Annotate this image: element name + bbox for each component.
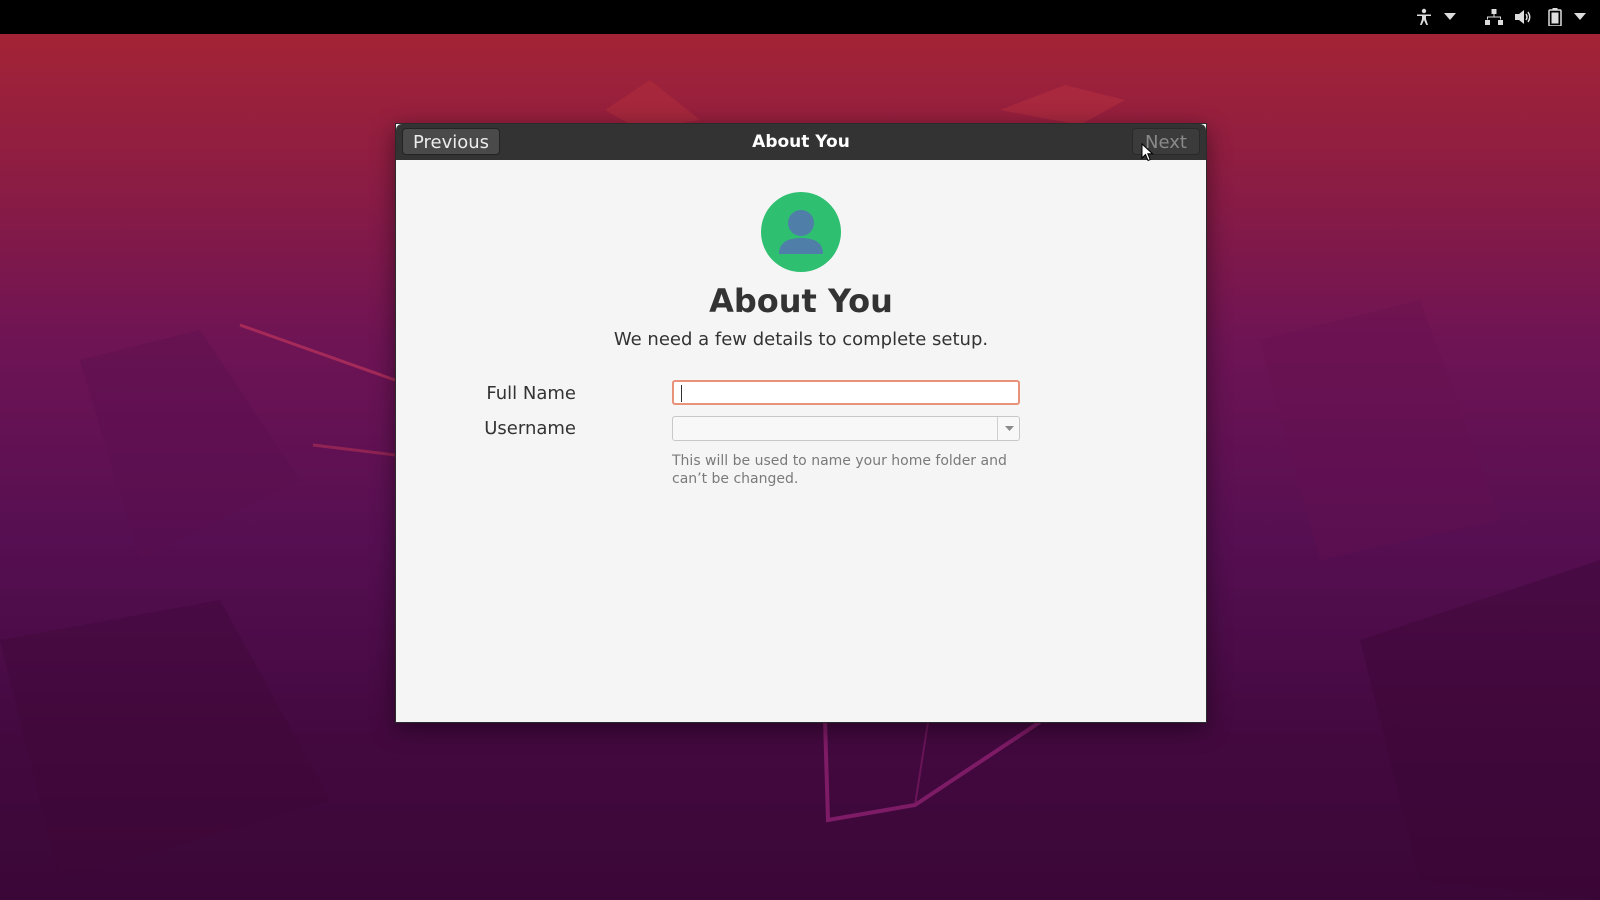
chevron-down-icon[interactable] bbox=[1438, 0, 1462, 34]
chevron-down-icon[interactable] bbox=[998, 417, 1020, 440]
accessibility-icon[interactable] bbox=[1412, 0, 1436, 34]
page-title: About You bbox=[709, 282, 893, 320]
avatar bbox=[761, 192, 841, 272]
battery-icon[interactable] bbox=[1543, 0, 1567, 34]
username-combobox[interactable] bbox=[672, 416, 1020, 441]
volume-icon[interactable] bbox=[1512, 0, 1536, 34]
full-name-label: Full Name bbox=[486, 383, 576, 404]
chevron-down-icon[interactable] bbox=[1568, 0, 1592, 34]
full-name-input[interactable] bbox=[672, 380, 1020, 405]
page-subtitle: We need a few details to complete setup. bbox=[613, 329, 989, 350]
window-title: About You bbox=[752, 132, 850, 152]
window-titlebar: Previous About You Next bbox=[396, 124, 1206, 160]
previous-button[interactable]: Previous bbox=[402, 128, 500, 155]
text-caret bbox=[681, 385, 682, 402]
username-label: Username bbox=[484, 418, 576, 439]
user-icon bbox=[779, 210, 823, 254]
username-hint: This will be used to name your home fold… bbox=[672, 453, 1007, 487]
setup-window: Previous About You Next About You We nee… bbox=[395, 123, 1207, 723]
top-panel bbox=[0, 0, 1600, 34]
window-content: About You We need a few details to compl… bbox=[396, 160, 1206, 722]
mouse-pointer-icon bbox=[1141, 143, 1154, 162]
network-icon[interactable] bbox=[1482, 0, 1506, 34]
